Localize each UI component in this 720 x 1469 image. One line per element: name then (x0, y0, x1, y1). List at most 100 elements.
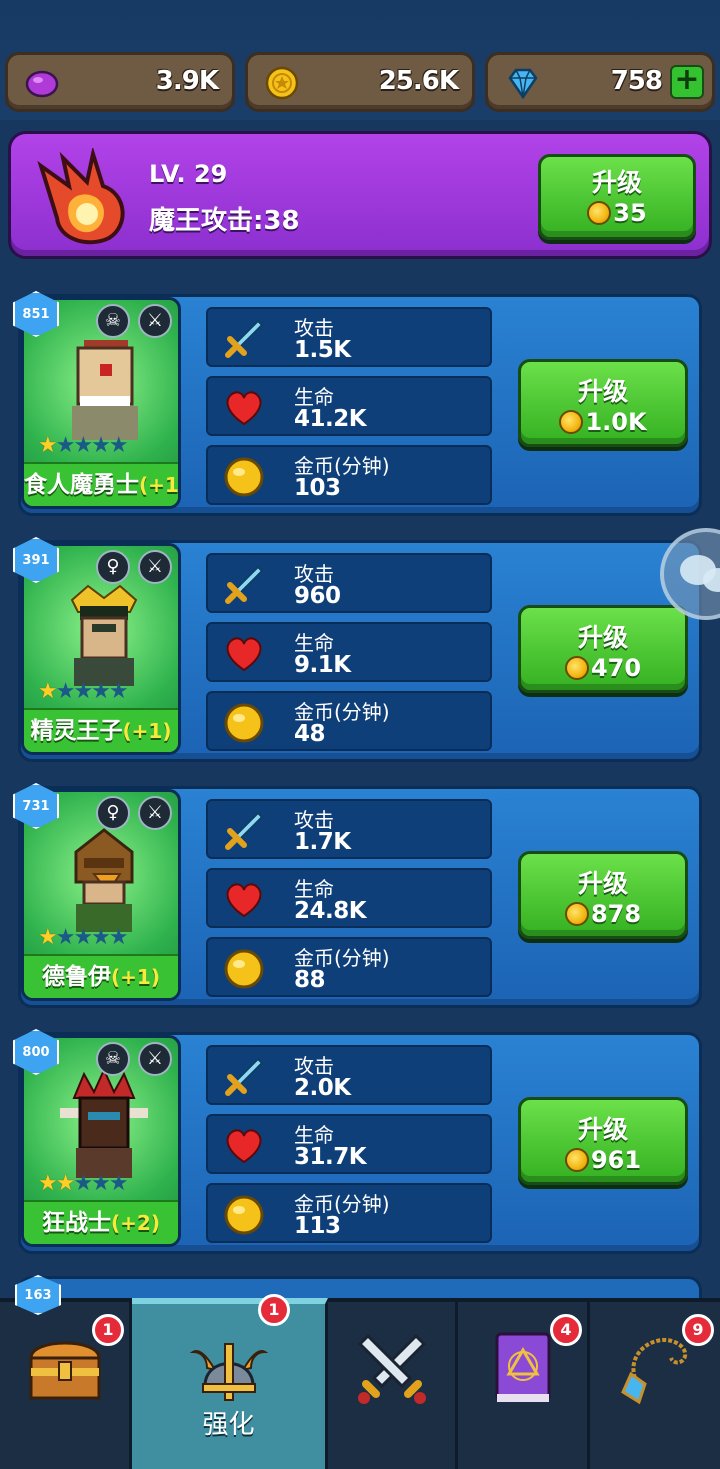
hp-value: 31.7K (294, 1144, 367, 1170)
add-gems-button[interactable]: + (670, 65, 704, 99)
heart-icon (226, 1129, 262, 1164)
bottom-navigation: 1 强化 1 4 9 (0, 1294, 720, 1469)
amulet-icon (621, 1337, 688, 1405)
sword-class-icon: ⚔ (138, 1042, 172, 1076)
hero-name-bar: 德鲁伊(+1) (24, 954, 178, 998)
sword-class-icon: ⚔ (138, 796, 172, 830)
hp-value: 9.1K (294, 652, 351, 678)
attack-stat: 攻击 2.0K (206, 1045, 492, 1105)
upgrade-cost: 878 (590, 900, 642, 928)
nav-tab-spellbook[interactable]: 4 (458, 1302, 590, 1469)
enhance-tab-label: 强化 (202, 1410, 255, 1440)
upgrade-cost: 1.0K (585, 408, 647, 436)
upgrade-cost: 470 (590, 654, 642, 682)
hero-name-bar: 精灵王子(+1) (24, 708, 178, 752)
hero-card-ogre-warrior[interactable]: 851 ★★★★★ 食人魔勇士(+1) ☠ ⚔ 攻击 1.5K 生命 41.2K… (13, 291, 702, 516)
druid-character (74, 828, 134, 932)
boss-level: LV. 29 (149, 160, 228, 188)
upgrade-label: 升级 (577, 377, 628, 406)
purple-currency-pill[interactable]: 3.9K (5, 52, 235, 112)
nav-tab-battle[interactable] (328, 1302, 458, 1469)
gold-rate-value: 88 (294, 967, 326, 993)
gem-currency-value: 758 (610, 66, 663, 96)
gold-currency-value: 25.6K (378, 66, 459, 96)
hero-star-rating: ★★★★★ (38, 925, 129, 950)
nav-tab-amulet[interactable]: 9 (590, 1302, 720, 1469)
gold-rate-stat: 金币(分钟) 88 (206, 937, 492, 997)
gold-coin-icon (265, 66, 299, 100)
hero-card-druid[interactable]: 731 ★★★★★ 德鲁伊(+1) ♀ ⚔ 攻击 1.7K 生命 24.8K 金… (13, 783, 702, 1008)
upgrade-label: 升级 (577, 869, 628, 898)
heart-icon (226, 883, 262, 918)
hero-name: 德鲁伊 (42, 964, 112, 990)
boss-upgrade-label: 升级 (591, 168, 642, 197)
hero-card-berserker[interactable]: 800 ★★★★★ 狂战士(+2) ☠ ⚔ 攻击 2.0K 生命 31.7K 金… (13, 1029, 702, 1254)
sword-class-icon: ⚔ (138, 304, 172, 338)
hp-value: 41.2K (294, 406, 367, 432)
upgrade-label: 升级 (577, 623, 628, 652)
elf-class-icon: ♀ (96, 796, 130, 830)
ogre-class-icon: ☠ (96, 304, 130, 338)
gold-rate-stat: 金币(分钟) 103 (206, 445, 492, 505)
spellbook-badge: 4 (550, 1314, 582, 1346)
hero-bonus: (+2) (111, 1211, 160, 1235)
hero-upgrade-button[interactable]: 升级 961 (518, 1097, 688, 1185)
hp-value: 24.8K (294, 898, 367, 924)
hero-star-rating: ★★★★★ (38, 679, 129, 704)
hero-bonus: (+1) (111, 965, 160, 989)
diamond-icon (508, 68, 538, 100)
treasure-chest-icon (28, 1341, 101, 1400)
hero-upgrade-button[interactable]: 升级 470 (518, 605, 688, 693)
attack-value: 2.0K (294, 1075, 351, 1101)
hp-stat: 生命 9.1K (206, 622, 492, 682)
gold-coin-icon (224, 457, 264, 497)
sword-icon (225, 319, 264, 358)
attack-value: 960 (294, 583, 341, 609)
heart-icon (226, 391, 262, 426)
fireball-icon (37, 148, 125, 245)
heart-icon (226, 637, 262, 672)
nav-tab-chest[interactable]: 1 (0, 1302, 132, 1469)
gem-currency-pill[interactable]: 758 + (485, 52, 715, 112)
hero-bonus: (+1) (122, 719, 172, 743)
boss-upgrade-button[interactable]: 升级 35 (538, 154, 696, 240)
gold-coin-icon (587, 201, 612, 225)
viking-helmet-icon (189, 1343, 268, 1401)
gold-rate-stat: 金币(分钟) 48 (206, 691, 492, 751)
gold-coin-icon (564, 902, 589, 926)
amulet-badge: 9 (682, 1314, 714, 1346)
berserker-character (60, 1068, 148, 1178)
gold-coin-icon (224, 1195, 264, 1235)
hero-card-elf-prince[interactable]: 391 ★★★★★ 精灵王子(+1) ♀ ⚔ 攻击 960 生命 9.1K 金币… (13, 537, 702, 762)
chat-bubble-button[interactable] (660, 528, 720, 620)
gold-currency-pill[interactable]: 25.6K (245, 52, 475, 112)
hero-upgrade-button[interactable]: 升级 1.0K (518, 359, 688, 447)
elf-class-icon: ♀ (96, 550, 130, 584)
ogre-warrior-character (72, 340, 138, 440)
demon-king-panel: LV. 29 魔王攻击:38 升级 35 (8, 131, 712, 259)
chest-badge: 1 (92, 1314, 124, 1346)
gold-coin-icon (559, 410, 584, 434)
hero-star-rating: ★★★★★ (38, 1171, 129, 1196)
upgrade-cost: 961 (590, 1146, 642, 1174)
hero-name: 狂战士 (42, 1210, 112, 1236)
gold-coin-icon (564, 656, 589, 680)
hp-stat: 生命 31.7K (206, 1114, 492, 1174)
hero-upgrade-button[interactable]: 升级 878 (518, 851, 688, 939)
gold-rate-value: 48 (294, 721, 326, 747)
attack-stat: 攻击 1.5K (206, 307, 492, 367)
attack-value: 1.5K (294, 337, 351, 363)
sword-icon (225, 811, 264, 850)
hero-name: 精灵王子 (30, 718, 123, 744)
nav-tab-enhance[interactable]: 强化 1 (132, 1294, 328, 1469)
spell-book-icon (495, 1332, 550, 1402)
hero-name-bar: 狂战士(+2) (24, 1200, 178, 1244)
sword-icon (225, 565, 264, 604)
chat-icon (680, 555, 720, 592)
hp-stat: 生命 41.2K (206, 376, 492, 436)
hero-bonus: (+1) (139, 473, 179, 497)
blade-class-icon: ⚔ (138, 550, 172, 584)
gold-coin-icon (564, 1148, 589, 1172)
purple-currency-value: 3.9K (155, 66, 219, 96)
boss-attack: 魔王攻击:38 (149, 206, 300, 236)
